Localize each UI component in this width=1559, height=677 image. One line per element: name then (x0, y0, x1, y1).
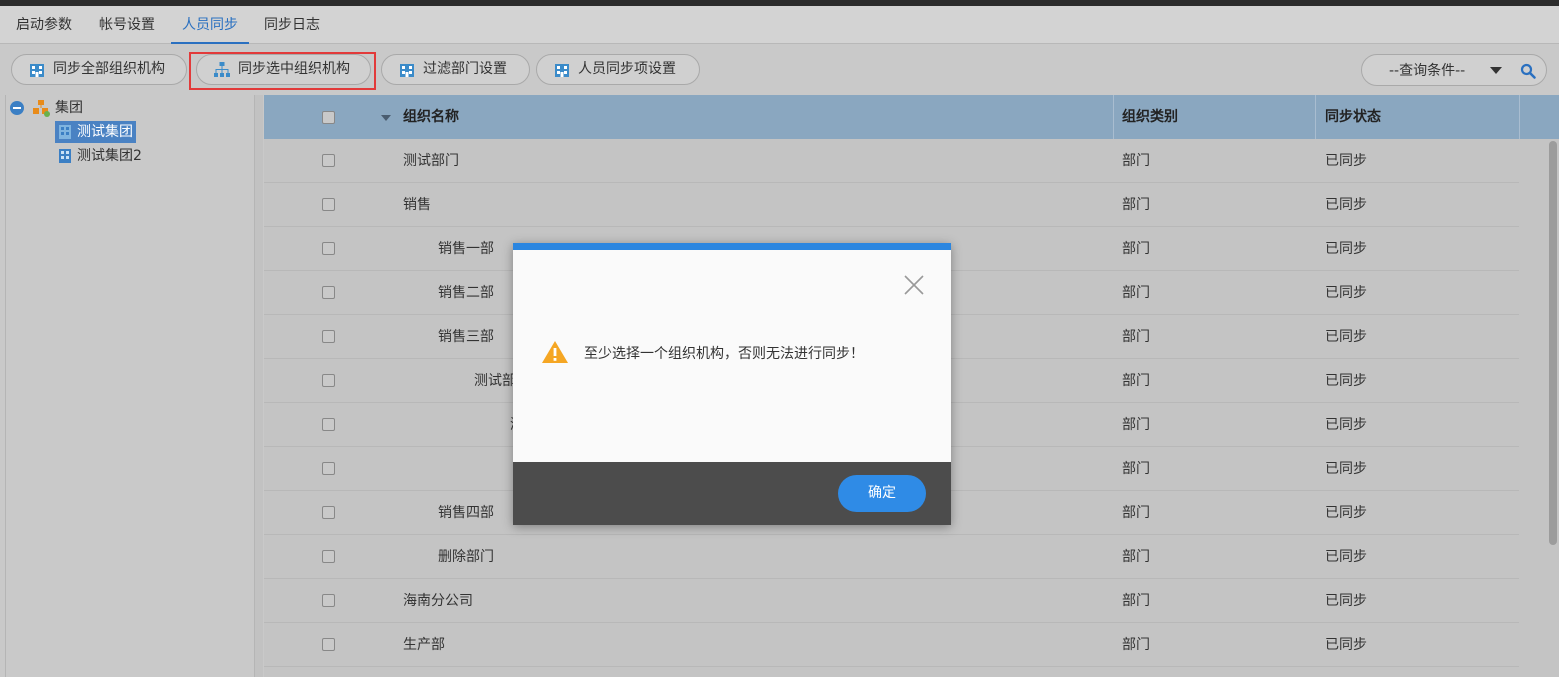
dialog-top-bar (513, 243, 951, 250)
dialog-message: 至少选择一个组织机构，否则无法进行同步！ (584, 346, 864, 362)
alert-dialog: 至少选择一个组织机构，否则无法进行同步！ 确定 (513, 243, 951, 525)
warning-icon (542, 341, 568, 363)
close-icon[interactable] (902, 273, 926, 297)
confirm-button[interactable]: 确定 (838, 475, 926, 512)
